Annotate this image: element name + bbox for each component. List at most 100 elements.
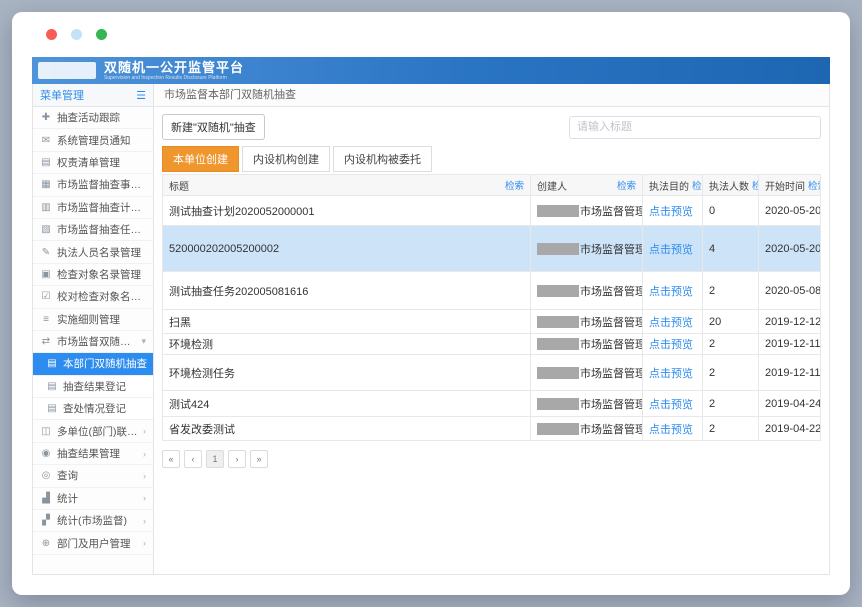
title-search-input[interactable] — [569, 116, 821, 139]
menu-title: 菜单管理 — [40, 87, 84, 103]
chevron-right-icon: › — [143, 538, 148, 548]
sidebar-item-targets-checklist[interactable]: ☑ 校对检查对象名录库 — [33, 286, 153, 308]
sidebar-item-department-user-management[interactable]: ⊕ 部门及用户管理 › — [33, 532, 153, 554]
menu-toggle-icon[interactable]: ☰ — [136, 89, 146, 102]
document-icon: ▤ — [46, 381, 58, 392]
rules-icon: ≡ — [40, 314, 52, 325]
shuffle-icon: ⇄ — [40, 336, 52, 347]
minimize-window-button[interactable] — [71, 29, 82, 40]
row-creator: 市场监督管理局 — [531, 226, 643, 272]
row-date: 2019-12-12 — [759, 310, 821, 334]
count-column-search-link[interactable]: 检索 — [752, 178, 759, 192]
close-window-button[interactable] — [46, 29, 57, 40]
sidebar-item-statistics-market[interactable]: ▞ 统计(市场监督) › — [33, 510, 153, 532]
zoom-window-button[interactable] — [96, 29, 107, 40]
chevron-down-icon: ▾ — [141, 336, 148, 347]
result-icon: ◉ — [40, 448, 52, 459]
sidebar-item-enforcers-directory[interactable]: ✎ 执法人员名录管理 — [33, 241, 153, 263]
sidebar-item-responsibility-list[interactable]: ▤ 权责清单管理 — [33, 152, 153, 174]
preview-link[interactable]: 点击预览 — [649, 424, 693, 436]
redacted-creator-prefix — [537, 285, 579, 297]
preview-link[interactable]: 点击预览 — [649, 244, 693, 256]
table-row[interactable]: 测试424 市场监督管理局 点击预览 2 2019-04-24 — [163, 391, 821, 417]
toolbar: 新建"双随机"抽查 — [154, 107, 829, 146]
sidebar-item-department-double-random[interactable]: ▤ 本部门双随机抽查 — [33, 353, 153, 375]
preview-link[interactable]: 点击预览 — [649, 339, 693, 351]
table-row[interactable]: 扫黑 市场监督管理局 点击预览 20 2019-12-12 — [163, 310, 821, 334]
sidebar-item-label: 统计 — [57, 491, 78, 506]
row-title: 扫黑 — [163, 310, 531, 334]
table-row[interactable]: 测试抽查计划2020052000001 市场监督管理局 点击预览 0 2020-… — [163, 196, 821, 226]
sidebar-item-implementation-rules[interactable]: ≡ 实施细则管理 — [33, 309, 153, 331]
sidebar-item-label: 多单位(部门)联合抽查 — [57, 424, 138, 439]
sidebar-item-inspection-tasks-library[interactable]: ▧ 市场监督抽查任务库 — [33, 219, 153, 241]
row-date: 2019-04-22 — [759, 417, 821, 441]
tab-internal-org-created[interactable]: 内设机构创建 — [242, 146, 330, 172]
chart-icon: ▟ — [40, 493, 52, 504]
row-creator: 市场监督管理局 — [531, 272, 643, 310]
new-inspection-button[interactable]: 新建"双随机"抽查 — [162, 114, 265, 140]
tab-own-unit-created[interactable]: 本单位创建 — [162, 146, 239, 172]
breadcrumb: 市场监督本部门双随机抽查 — [154, 84, 829, 107]
row-date: 2020-05-20 — [759, 226, 821, 272]
table-row[interactable]: 环境检测任务 市场监督管理局 点击预览 2 2019-12-11 — [163, 355, 821, 391]
sidebar-item-label: 检查对象名录管理 — [57, 267, 141, 282]
target-list-icon: ▣ — [40, 269, 52, 280]
table-row[interactable]: 环境检测 市场监督管理局 点击预览 2 2019-12-11 — [163, 334, 821, 355]
row-creator: 市场监督管理局 — [531, 196, 643, 226]
sidebar-item-result-registration[interactable]: ▤ 抽查结果登记 — [33, 376, 153, 398]
date-column-search-link[interactable]: 检索 — [808, 178, 821, 192]
sidebar-item-label: 抽查结果登记 — [63, 379, 126, 394]
sidebar-item-double-random-inspection[interactable]: ⇄ 市场监督双随机抽查 ▾ — [33, 331, 153, 353]
redacted-creator-prefix — [537, 423, 579, 435]
preview-link[interactable]: 点击预览 — [649, 317, 693, 329]
prev-page-button[interactable]: ‹ — [184, 450, 202, 468]
sidebar-item-query[interactable]: ◎ 查询 › — [33, 465, 153, 487]
table-row[interactable]: 省发改委测试 市场监督管理局 点击预览 2 2019-04-22 — [163, 417, 821, 441]
sidebar-item-admin-notice[interactable]: ✉ 系统管理员通知 — [33, 129, 153, 151]
first-page-button[interactable]: « — [162, 450, 180, 468]
next-page-button[interactable]: › — [228, 450, 246, 468]
preview-link[interactable]: 点击预览 — [649, 206, 693, 218]
row-title: 测试抽查计划2020052000001 — [163, 196, 531, 226]
sidebar-item-joint-inspection[interactable]: ◫ 多单位(部门)联合抽查 › — [33, 420, 153, 442]
current-page-button[interactable]: 1 — [206, 450, 224, 468]
row-title: 测试抽查任务202005081616 — [163, 272, 531, 310]
sidebar-item-statistics[interactable]: ▟ 统计 › — [33, 488, 153, 510]
title-column-search-link[interactable]: 检索 — [505, 178, 524, 192]
purpose-column-search-link[interactable]: 检索 — [692, 178, 703, 192]
browser-window: 双随机一公开监管平台 Supervision and Inspection Re… — [12, 12, 850, 595]
table-row-selected[interactable]: 520000202005200002 市场监督管理局 点击预览 4 2020-0… — [163, 226, 821, 272]
sidebar-header: 菜单管理 ☰ — [33, 84, 153, 107]
row-date: 2019-12-11 — [759, 334, 821, 355]
table-header-row: 标题检索 创建人检索 执法目的检索 执法人数检索 开始时间检索 — [163, 175, 821, 196]
last-page-button[interactable]: » — [250, 450, 268, 468]
app-header: 双随机一公开监管平台 Supervision and Inspection Re… — [32, 57, 830, 84]
redacted-creator-prefix — [537, 243, 579, 255]
sidebar-item-inspection-plans-library[interactable]: ▥ 市场监督抽查计划库 — [33, 197, 153, 219]
creator-column-search-link[interactable]: 检索 — [617, 178, 636, 192]
sidebar-item-result-management[interactable]: ◉ 抽查结果管理 › — [33, 443, 153, 465]
sidebar-item-label: 市场监督抽查事项库 — [57, 177, 148, 192]
table-row[interactable]: 测试抽查任务202005081616 市场监督管理局 点击预览 2 2020-0… — [163, 272, 821, 310]
sidebar-item-inspection-items-library[interactable]: ▦ 市场监督抽查事项库 — [33, 174, 153, 196]
preview-link[interactable]: 点击预览 — [649, 286, 693, 298]
sidebar-item-activity-tracking[interactable]: ✚ 抽查活动跟踪 — [33, 107, 153, 129]
sidebar-item-investigation-registration[interactable]: ▤ 查处情况登记 — [33, 398, 153, 420]
column-date-label: 开始时间 — [765, 178, 805, 193]
sidebar-item-label: 权责清单管理 — [57, 155, 120, 170]
preview-link[interactable]: 点击预览 — [649, 399, 693, 411]
row-count: 2 — [703, 355, 759, 391]
chevron-right-icon: › — [143, 426, 148, 436]
bell-icon: ✉ — [40, 135, 52, 146]
sidebar-item-label: 校对检查对象名录库 — [57, 289, 148, 304]
redacted-creator-prefix — [537, 398, 579, 410]
sidebar-item-label: 抽查活动跟踪 — [57, 110, 120, 125]
row-date: 2019-04-24 — [759, 391, 821, 417]
sidebar: 菜单管理 ☰ ✚ 抽查活动跟踪 ✉ 系统管理员通知 ▤ 权责清单管理 ▦ — [33, 84, 154, 574]
chevron-right-icon: › — [143, 449, 148, 459]
preview-link[interactable]: 点击预览 — [649, 368, 693, 380]
tab-internal-org-entrusted[interactable]: 内设机构被委托 — [333, 146, 432, 172]
redacted-creator-prefix — [537, 367, 579, 379]
sidebar-item-targets-directory[interactable]: ▣ 检查对象名录管理 — [33, 264, 153, 286]
